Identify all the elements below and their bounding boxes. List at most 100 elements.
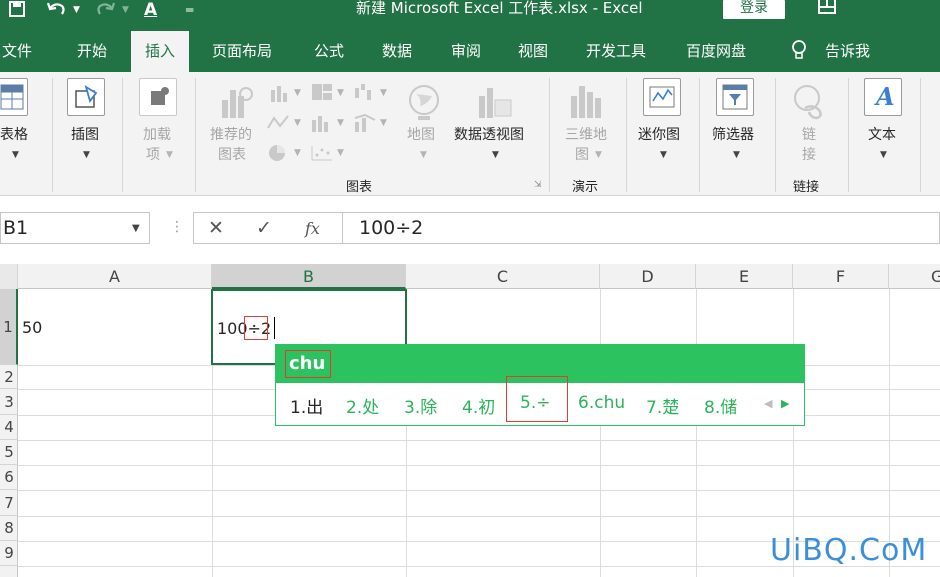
- group-separator: [195, 78, 196, 192]
- charts-dialog-launcher-icon[interactable]: ⇲: [534, 180, 542, 190]
- hierarchy-chart-icon: [310, 82, 334, 100]
- ime-candidate-8[interactable]: 8.储: [704, 393, 737, 418]
- tell-me-search[interactable]: 告诉我: [825, 40, 870, 61]
- tab-home[interactable]: 开始: [77, 40, 107, 61]
- title-bar: ▼ ▼ A ═ 新建 Microsoft Excel 工作表.xlsx - Ex…: [0, 0, 940, 22]
- statistic-chart-icon: [310, 114, 334, 132]
- hierarchy-chart-dropdown-icon: ▼: [337, 88, 344, 98]
- links-group-title: 链接: [793, 180, 820, 195]
- pivot-chart-dropdown-icon[interactable]: ▼: [492, 150, 499, 160]
- formula-bar: B1 ▼ ⋮ ✕ ✓ fx 100÷2: [0, 196, 940, 264]
- cell-a1[interactable]: 50: [22, 318, 42, 337]
- grid-line: [18, 516, 940, 517]
- tab-view[interactable]: 视图: [518, 40, 548, 61]
- row-header-2[interactable]: 2: [0, 365, 18, 389]
- ime-candidate-6[interactable]: 6.chu: [578, 393, 625, 413]
- ime-candidate-window: chu 1.出 2.处 3.除 4.初 5.÷ 6.chu 7.楚 8.储 ◀ …: [275, 344, 805, 426]
- ribbon-display-options-icon[interactable]: [818, 0, 836, 14]
- text-button[interactable]: 文本: [868, 125, 896, 145]
- maps-button: 地图: [407, 127, 435, 143]
- row-header-8[interactable]: 8: [0, 516, 18, 541]
- tab-page-layout[interactable]: 页面布局: [212, 40, 272, 61]
- illustrations-icon[interactable]: [67, 78, 105, 116]
- text-dropdown-icon[interactable]: ▼: [880, 150, 887, 160]
- formula-bar-grip-icon: ⋮: [170, 219, 184, 235]
- addins-label-1: 加载: [143, 127, 171, 143]
- combo-chart-icon: [353, 113, 377, 132]
- formula-input[interactable]: 100÷2: [343, 212, 940, 244]
- 3d-map-icon: [567, 82, 607, 122]
- sparklines-icon[interactable]: [643, 78, 681, 116]
- text-cursor: [274, 317, 275, 339]
- charts-group-title: 图表: [346, 180, 373, 195]
- grid-line: [696, 289, 697, 577]
- group-separator: [920, 78, 921, 192]
- row-header-3[interactable]: 3: [0, 389, 18, 415]
- tab-review[interactable]: 审阅: [451, 40, 481, 61]
- insert-function-icon[interactable]: fx: [305, 219, 320, 238]
- tab-formulas[interactable]: 公式: [314, 40, 344, 61]
- row-header-9[interactable]: 9: [0, 541, 18, 566]
- customize-icon[interactable]: ═: [186, 0, 193, 22]
- column-header-d[interactable]: D: [600, 264, 696, 289]
- row-header-1[interactable]: 1: [0, 289, 18, 365]
- name-box[interactable]: B1: [0, 212, 150, 244]
- waterfall-chart-dropdown-icon: ▼: [380, 88, 387, 98]
- ime-prev-page-icon[interactable]: ◀: [764, 397, 772, 410]
- name-box-dropdown-icon[interactable]: ▼: [132, 223, 140, 234]
- group-separator: [52, 78, 53, 192]
- save-icon[interactable]: [8, 0, 26, 22]
- table-icon[interactable]: [0, 78, 28, 116]
- grid-line: [18, 465, 940, 466]
- text-icon[interactable]: A: [864, 78, 902, 116]
- tab-developer[interactable]: 开发工具: [586, 40, 646, 61]
- row-header-7[interactable]: 7: [0, 490, 18, 516]
- ime-candidate-2[interactable]: 2.处: [346, 393, 379, 418]
- tab-file[interactable]: 文件: [2, 40, 32, 61]
- cancel-icon[interactable]: ✕: [208, 217, 224, 239]
- sparklines-dropdown-icon[interactable]: ▼: [660, 150, 667, 160]
- font-color-icon[interactable]: A: [144, 0, 157, 22]
- ime-next-page-icon[interactable]: ▶: [781, 397, 789, 410]
- filters-button[interactable]: 筛选器: [712, 125, 754, 145]
- column-header-f[interactable]: F: [793, 264, 889, 289]
- column-header-g[interactable]: G: [889, 264, 940, 289]
- tab-insert[interactable]: 插入: [131, 31, 190, 72]
- row-header-6[interactable]: 6: [0, 465, 18, 490]
- ime-candidate-7[interactable]: 7.楚: [646, 393, 679, 418]
- tab-data[interactable]: 数据: [382, 40, 412, 61]
- table-dropdown-icon[interactable]: ▼: [12, 150, 19, 160]
- row-header-4[interactable]: 4: [0, 415, 18, 440]
- grid-line: [18, 490, 940, 491]
- pivot-chart-icon: [475, 82, 515, 122]
- select-all-corner[interactable]: [0, 264, 18, 289]
- filters-icon[interactable]: [716, 78, 754, 116]
- redo-icon: [94, 0, 116, 22]
- ime-candidate-3[interactable]: 3.除: [404, 393, 437, 418]
- column-header-c[interactable]: C: [406, 264, 600, 289]
- line-chart-icon: [266, 114, 290, 132]
- column-header-e[interactable]: E: [696, 264, 793, 289]
- column-chart-icon: [268, 84, 292, 102]
- pivot-chart-button[interactable]: 数据透视图: [454, 125, 524, 145]
- scatter-chart-icon: [310, 144, 334, 162]
- combo-chart-dropdown-icon: ▼: [380, 118, 387, 128]
- illustrations-dropdown-icon[interactable]: ▼: [83, 150, 90, 160]
- ime-candidate-1[interactable]: 1.出: [290, 393, 323, 418]
- waterfall-chart-icon: [353, 82, 377, 100]
- login-button[interactable]: 登录: [723, 0, 785, 19]
- row-header-5[interactable]: 5: [0, 440, 18, 465]
- filters-dropdown-icon[interactable]: ▼: [733, 150, 740, 160]
- enter-icon[interactable]: ✓: [256, 217, 272, 239]
- ime-candidate-4[interactable]: 4.初: [462, 393, 495, 418]
- illustrations-button[interactable]: 插图: [71, 125, 99, 145]
- sparklines-button[interactable]: 迷你图: [638, 125, 680, 145]
- highlight-box-pinyin: [285, 350, 331, 378]
- undo-icon[interactable]: [46, 0, 68, 22]
- tab-baidu-netdisk[interactable]: 百度网盘: [686, 40, 746, 61]
- undo-dropdown-icon[interactable]: ▼: [73, 0, 80, 22]
- group-separator: [122, 78, 123, 192]
- column-header-a[interactable]: A: [18, 264, 212, 289]
- column-header-b[interactable]: B: [212, 264, 406, 289]
- table-button[interactable]: 表格: [0, 125, 28, 145]
